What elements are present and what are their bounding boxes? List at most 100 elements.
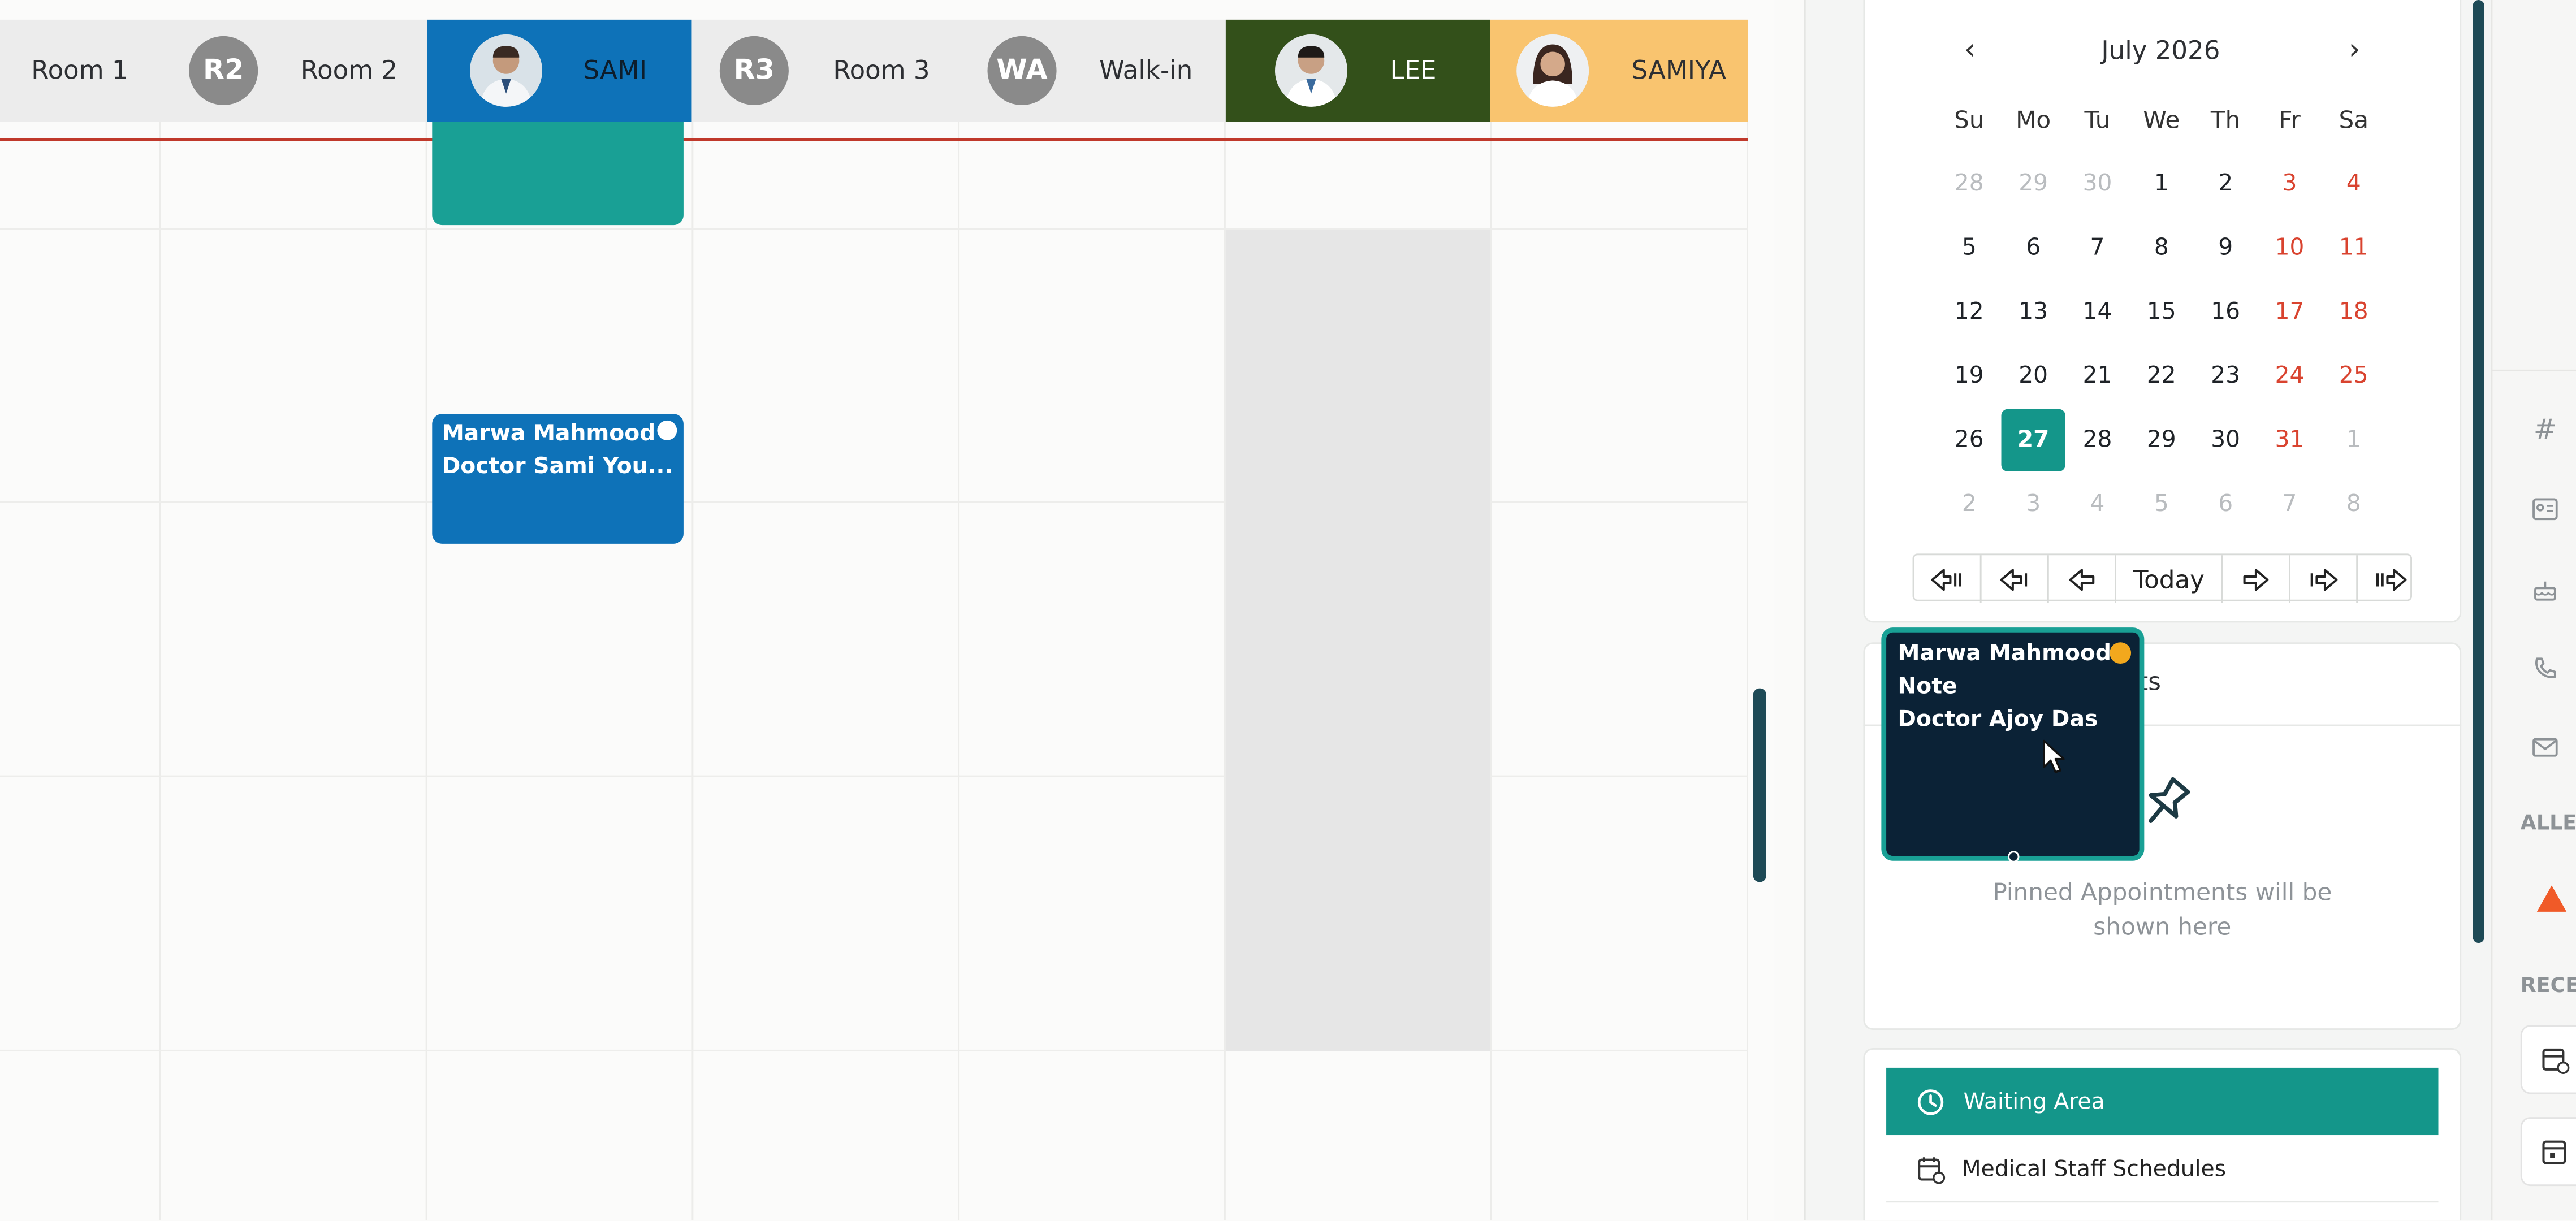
scheduler-grid[interactable] [0, 0, 1775, 1221]
calendar-day[interactable]: 11 [2322, 217, 2385, 279]
column-room-2[interactable]: R2 Room 2 [159, 20, 426, 122]
calendar-day[interactable]: 8 [2129, 217, 2193, 279]
column-label: SAMI [583, 55, 647, 86]
calendar-day[interactable]: 13 [2002, 281, 2065, 343]
calendar-day[interactable]: 6 [2002, 217, 2065, 279]
calendar-day[interactable]: 16 [2194, 281, 2258, 343]
calendar-day[interactable]: 27 [2001, 409, 2065, 472]
column-walk-in[interactable]: WA Walk-in [958, 20, 1224, 122]
chevron-left-icon[interactable]: ‹ [1952, 33, 1988, 72]
jump-back-month-icon[interactable] [1914, 555, 1982, 603]
calendar-clock-icon [1916, 1154, 1946, 1184]
column-samiya[interactable]: SAMIYA [1490, 19, 1748, 122]
chevron-right-icon[interactable]: › [2336, 33, 2372, 72]
weekday-label: Su [1954, 108, 1985, 135]
pinned-empty-text: Pinned Appointments will be shown here [1992, 880, 2332, 942]
recent-appointment-icon[interactable] [2520, 1025, 2576, 1094]
appointment-event[interactable] [432, 122, 684, 226]
calendar-day[interactable]: 21 [2065, 345, 2129, 407]
calendar-day[interactable]: 17 [2258, 281, 2322, 343]
phone-icon [2524, 647, 2567, 690]
calendar-day[interactable]: 5 [1937, 217, 2001, 279]
grid-scrollbar[interactable] [1753, 688, 1766, 882]
panel-scrollbar[interactable] [2473, 0, 2484, 943]
calendar-day[interactable]: 9 [2194, 217, 2258, 279]
calendar-day[interactable]: 4 [2322, 153, 2385, 215]
calendar-day[interactable]: 2 [2194, 153, 2258, 215]
calendar-day[interactable]: 10 [2258, 217, 2322, 279]
weekday-label: Mo [2016, 108, 2051, 135]
calendar-day[interactable]: 28 [1937, 153, 2001, 215]
column-divider [958, 122, 960, 1221]
event-doctor-name: Doctor Sami You... [442, 453, 673, 480]
weekday-label: Fr [2279, 108, 2301, 135]
calendar-day[interactable]: 30 [2194, 409, 2258, 471]
calendar-day[interactable]: 20 [2002, 345, 2065, 407]
today-button[interactable]: Today [2116, 555, 2223, 603]
resource-header: Room 1 R2 Room 2 SAMI R3 Room 3 WA Walk-… [0, 19, 1748, 122]
calendar-day[interactable]: 14 [2065, 281, 2129, 343]
column-lee[interactable]: LEE [1225, 19, 1490, 122]
recent-label: RECE [2520, 972, 2576, 997]
button-label: Medical Staff Schedules [1961, 1155, 2227, 1182]
jump-forward-month-icon[interactable] [2358, 555, 2423, 603]
weekday-label: Sa [2339, 108, 2369, 135]
column-room-1[interactable]: Room 1 [0, 20, 159, 122]
calendar-day[interactable]: 8 [2322, 473, 2385, 535]
unavailable-block [1225, 230, 1490, 1051]
column-divider [1747, 122, 1748, 1221]
calendar-day[interactable]: 26 [1937, 409, 2001, 471]
calendar-day[interactable]: 3 [2258, 153, 2322, 215]
waiting-area-button[interactable]: Waiting Area [1886, 1067, 2439, 1136]
room-initials-badge: R3 [719, 36, 789, 105]
card-type: Note [1898, 673, 1957, 700]
cake-icon [2524, 568, 2567, 611]
jump-back-week-icon[interactable] [1982, 555, 2049, 603]
calendar-day[interactable]: 12 [1937, 281, 2001, 343]
column-sami[interactable]: SAMI [427, 19, 692, 122]
calendar-day[interactable]: 29 [2129, 409, 2193, 471]
card-doctor-name: Doctor Ajoy Das [1898, 706, 2098, 733]
calendar-day[interactable]: 3 [2002, 473, 2065, 535]
calendar-day[interactable]: 31 [2258, 409, 2322, 471]
calendar-day[interactable]: 30 [2065, 153, 2129, 215]
calendar-day[interactable]: 7 [2258, 473, 2322, 535]
calendar-day[interactable]: 15 [2129, 281, 2193, 343]
card-patient-name: Marwa Mahmood [1898, 640, 2111, 667]
column-divider [691, 122, 694, 1221]
weekday-label: Tu [2084, 108, 2111, 135]
appointment-event[interactable]: Marwa Mahmood Doctor Sami You... [432, 414, 684, 544]
calendar-day[interactable]: 28 [2065, 409, 2129, 471]
calendar-month-title: July 2026 [2101, 36, 2220, 66]
medical-staff-schedules-button[interactable]: Medical Staff Schedules [1886, 1137, 2439, 1203]
calendar-day[interactable]: 7 [2065, 217, 2129, 279]
calendar-day[interactable]: 2 [1937, 473, 2001, 535]
dragged-appointment-card[interactable]: Marwa Mahmood Note Doctor Ajoy Das [1881, 627, 2145, 863]
resize-handle[interactable] [2008, 851, 2020, 863]
room-initials-badge: R2 [189, 36, 258, 105]
calendar-day[interactable]: 19 [1937, 345, 2001, 407]
calendar-day[interactable]: 18 [2322, 281, 2385, 343]
calendar-day[interactable]: 1 [2129, 153, 2193, 215]
calendar-day[interactable]: 4 [2065, 473, 2129, 535]
calendar-day[interactable]: 5 [2129, 473, 2193, 535]
jump-forward-week-icon[interactable] [2290, 555, 2358, 603]
calendar-day[interactable]: 6 [2194, 473, 2258, 535]
calendar-day[interactable]: 24 [2258, 345, 2322, 407]
calendar-day[interactable]: 25 [2322, 345, 2385, 407]
mouse-cursor-icon [2041, 739, 2067, 776]
calendar-day[interactable]: 29 [2002, 153, 2065, 215]
mail-icon [2524, 726, 2567, 769]
calendar-day[interactable]: 23 [2194, 345, 2258, 407]
column-divider [425, 122, 427, 1221]
column-divider [1490, 122, 1492, 1221]
column-room-3[interactable]: R3 Room 3 [691, 20, 958, 122]
calendar-day[interactable]: 1 [2322, 409, 2385, 471]
next-day-icon[interactable] [2223, 555, 2290, 603]
hash-icon: # [2533, 414, 2557, 447]
weekday-label: Th [2210, 108, 2241, 135]
calendar-day[interactable]: 22 [2129, 345, 2193, 407]
strip-divider [2491, 369, 2576, 371]
previous-day-icon[interactable] [2049, 555, 2116, 603]
calendar-icon[interactable] [2520, 1117, 2576, 1187]
